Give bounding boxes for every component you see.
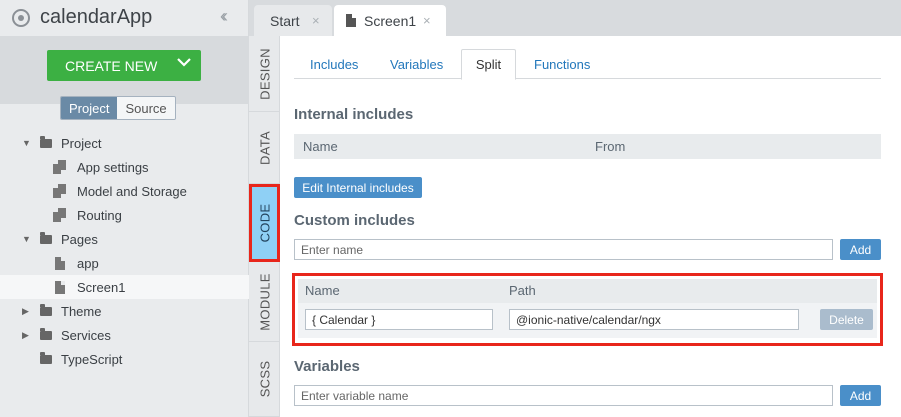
editor-tab-bar: Start × Screen1 × [249, 0, 901, 36]
tree-item-app-settings[interactable]: App settings [0, 155, 249, 179]
tree-item-label: Project [61, 135, 102, 151]
add-variable-button[interactable]: Add [840, 385, 881, 406]
tab-module[interactable]: MODULE [249, 262, 280, 342]
main-panel: Includes Variables Split Functions Inter… [281, 36, 901, 417]
folder-icon [40, 327, 52, 340]
tab-label: Start [270, 12, 300, 29]
internal-includes-header: Name From [294, 134, 881, 159]
app-header: calendarApp ‹‹ [0, 0, 249, 36]
column-name-header: Name [305, 283, 340, 298]
tree-item-label: App settings [77, 159, 149, 175]
custom-include-name-input[interactable] [294, 239, 833, 260]
chevron-down-icon[interactable] [177, 55, 191, 69]
tree-item-label: Theme [61, 303, 102, 319]
subtab-variables[interactable]: Variables [390, 49, 443, 79]
variable-name-input[interactable] [294, 385, 833, 406]
folder-icon [40, 135, 52, 148]
subtab-includes[interactable]: Includes [310, 49, 358, 79]
tree-item-project[interactable]: ▼ Project [0, 131, 249, 155]
tab-label: CODE [257, 203, 272, 242]
tree-item-label: app [77, 255, 99, 271]
tree-item-label: Routing [77, 207, 122, 223]
tree-item-services[interactable]: ▶ Services [0, 323, 249, 347]
custom-includes-title: Custom includes [294, 212, 415, 229]
tree-item-label: TypeScript [61, 351, 123, 367]
tree-item-label: Screen1 [77, 279, 126, 295]
folder-icon [40, 351, 52, 364]
subtab-split[interactable]: Split [461, 49, 516, 80]
files-icon [53, 160, 67, 174]
vertical-tab-bar: DESIGN DATA CODE MODULE SCSS [249, 36, 280, 417]
tree-item-model-and-storage[interactable]: Model and Storage [0, 179, 249, 203]
tab-data[interactable]: DATA [249, 112, 280, 184]
tab-label: SCSS [257, 360, 272, 398]
file-icon [346, 14, 356, 27]
collapsed-triangle-icon[interactable]: ▶ [22, 330, 29, 341]
create-new-button[interactable]: CREATE NEW [47, 50, 201, 81]
file-icon [55, 256, 65, 270]
folder-icon [40, 303, 52, 316]
subtab-functions[interactable]: Functions [534, 49, 590, 79]
files-icon [53, 184, 67, 198]
app-logo-icon [12, 9, 30, 27]
custom-includes-header: Name Path [298, 279, 877, 303]
create-area: CREATE NEW [0, 36, 249, 104]
tab-scss[interactable]: SCSS [249, 342, 280, 417]
edit-internal-includes-button[interactable]: Edit Internal includes [294, 177, 422, 198]
tab-screen1[interactable]: Screen1 × [334, 5, 446, 36]
tab-label: Screen1 [364, 12, 417, 29]
tree-item-label: Services [61, 327, 111, 343]
expanded-triangle-icon[interactable]: ▼ [22, 138, 31, 148]
tab-label: DESIGN [257, 47, 272, 100]
project-toggle-button[interactable]: Project [61, 97, 118, 119]
tree-item-routing[interactable]: Routing [0, 203, 249, 227]
column-name-header: Name [303, 139, 338, 154]
variables-title: Variables [294, 358, 360, 375]
tree-item-typescript[interactable]: TypeScript [0, 347, 249, 371]
add-custom-include-button[interactable]: Add [840, 239, 881, 260]
tree-item-pages[interactable]: ▼ Pages [0, 227, 249, 251]
close-icon[interactable]: × [423, 13, 431, 28]
internal-includes-title: Internal includes [294, 106, 414, 123]
expanded-triangle-icon[interactable]: ▼ [22, 234, 31, 244]
tree-item-label: Pages [61, 231, 98, 247]
project-tree: ▼ Project App settings Model and Storage… [0, 131, 249, 371]
sidebar: calendarApp ‹‹ CREATE NEW Project Source… [0, 0, 249, 417]
source-toggle-button[interactable]: Source [117, 97, 175, 119]
project-source-toggle: Project Source [60, 96, 176, 120]
table-row: Delete [298, 303, 877, 338]
tab-start[interactable]: Start × [254, 5, 332, 36]
tree-item-app[interactable]: app [0, 251, 249, 275]
close-icon[interactable]: × [312, 13, 320, 28]
tab-design[interactable]: DESIGN [249, 36, 280, 112]
tab-code[interactable]: CODE [249, 184, 280, 262]
code-subtabs: Includes Variables Split Functions [294, 49, 881, 80]
folder-icon [40, 231, 52, 244]
file-icon [55, 280, 65, 294]
tree-item-theme[interactable]: ▶ Theme [0, 299, 249, 323]
tab-label: MODULE [257, 272, 272, 331]
create-new-label: CREATE NEW [65, 57, 158, 74]
delete-include-button[interactable]: Delete [820, 309, 873, 330]
custom-includes-table-highlight: Name Path Delete [292, 273, 883, 346]
column-path-header: Path [509, 283, 536, 298]
tree-item-screen1[interactable]: Screen1 [0, 275, 249, 299]
include-path-field[interactable] [509, 309, 799, 330]
files-icon [53, 208, 67, 222]
collapsed-triangle-icon[interactable]: ▶ [22, 306, 29, 317]
collapse-sidebar-icon[interactable]: ‹‹ [220, 6, 228, 27]
include-name-field[interactable] [305, 309, 493, 330]
tab-label: DATA [257, 130, 272, 165]
tree-item-label: Model and Storage [77, 183, 187, 199]
app-title: calendarApp [40, 6, 153, 28]
column-from-header: From [595, 139, 626, 154]
